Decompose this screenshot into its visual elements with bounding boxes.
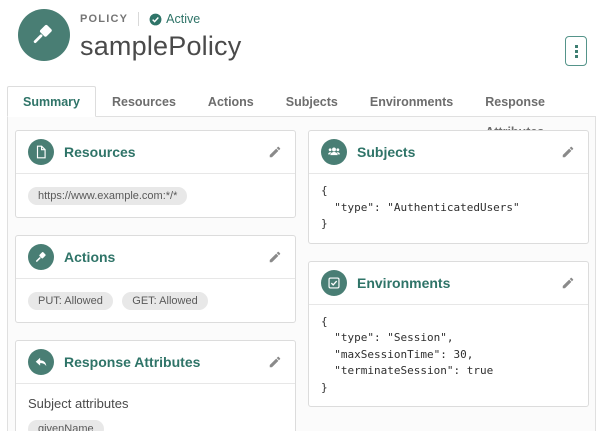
check-square-icon bbox=[328, 276, 340, 289]
environments-icon-circle bbox=[321, 269, 347, 296]
actions-card: Actions PUT: Allowed GET: Allowed bbox=[15, 235, 296, 323]
page-header: POLICY Active samplePolicy bbox=[0, 0, 603, 86]
meta-divider bbox=[138, 12, 140, 26]
entity-type-label: POLICY bbox=[80, 13, 129, 25]
users-icon bbox=[328, 147, 340, 156]
right-column: Subjects { "type": "AuthenticatedUsers" … bbox=[308, 130, 589, 424]
environments-card-title: Environments bbox=[357, 274, 451, 291]
subject-attributes-label: Subject attributes bbox=[28, 396, 129, 411]
policy-avatar bbox=[18, 9, 70, 61]
response-attributes-card: Response Attributes Subject attributes g… bbox=[15, 340, 296, 431]
pencil-icon bbox=[269, 251, 281, 263]
tab-environments[interactable]: Environments bbox=[354, 86, 469, 117]
more-options-button[interactable] bbox=[565, 36, 587, 66]
resources-card: Resources https://www.example.com:*/* bbox=[15, 130, 296, 218]
file-icon bbox=[36, 145, 46, 159]
status-badge: Active bbox=[149, 12, 200, 26]
page-title: samplePolicy bbox=[80, 31, 242, 61]
left-column: Resources https://www.example.com:*/* Ac… bbox=[15, 130, 296, 431]
environments-json: { "type": "Session", "maxSessionTime": 3… bbox=[321, 314, 494, 394]
edit-subjects-button[interactable] bbox=[560, 144, 576, 160]
pencil-icon bbox=[562, 146, 574, 158]
tab-subjects[interactable]: Subjects bbox=[270, 86, 354, 117]
kebab-menu-icon bbox=[574, 54, 578, 58]
subjects-card: Subjects { "type": "AuthenticatedUsers" … bbox=[308, 130, 589, 244]
tab-bar: Summary Resources Actions Subjects Envir… bbox=[7, 86, 596, 139]
tab-actions[interactable]: Actions bbox=[192, 86, 270, 117]
edit-resources-button[interactable] bbox=[267, 144, 283, 160]
reply-icon bbox=[35, 357, 47, 367]
environments-card: Environments { "type": "Session", "maxSe… bbox=[308, 260, 589, 407]
tab-summary[interactable]: Summary bbox=[7, 86, 96, 117]
gavel-icon bbox=[33, 24, 52, 44]
tab-response-attributes[interactable]: Response Attributes bbox=[469, 86, 596, 139]
summary-tab-panel: Resources https://www.example.com:*/* Ac… bbox=[7, 117, 596, 431]
check-circle-icon bbox=[149, 13, 162, 25]
pencil-icon bbox=[269, 146, 281, 158]
kebab-menu-icon bbox=[574, 44, 578, 48]
kebab-menu-icon bbox=[574, 49, 578, 53]
pencil-icon bbox=[562, 277, 574, 288]
tab-resources[interactable]: Resources bbox=[96, 86, 192, 117]
action-chip: GET: Allowed bbox=[122, 292, 208, 310]
response-attribute-chip: givenName bbox=[28, 420, 104, 431]
edit-actions-button[interactable] bbox=[267, 249, 283, 265]
actions-icon-circle bbox=[28, 244, 54, 270]
action-chip: PUT: Allowed bbox=[28, 292, 113, 310]
resource-chip: https://www.example.com:*/* bbox=[28, 187, 188, 205]
subjects-icon-circle bbox=[321, 139, 347, 165]
pencil-icon bbox=[269, 356, 281, 368]
subjects-card-title: Subjects bbox=[357, 144, 416, 160]
edit-response-attributes-button[interactable] bbox=[267, 354, 283, 370]
status-label: Active bbox=[166, 12, 201, 26]
resources-icon-circle bbox=[28, 139, 54, 165]
subjects-json: { "type": "AuthenticatedUsers" } bbox=[321, 184, 520, 230]
resources-card-title: Resources bbox=[64, 144, 136, 160]
gavel-icon bbox=[35, 251, 46, 262]
actions-card-title: Actions bbox=[64, 249, 116, 265]
response-attributes-icon-circle bbox=[28, 349, 54, 375]
edit-environments-button[interactable] bbox=[560, 275, 576, 291]
response-attributes-card-title: Response Attributes bbox=[64, 354, 201, 370]
